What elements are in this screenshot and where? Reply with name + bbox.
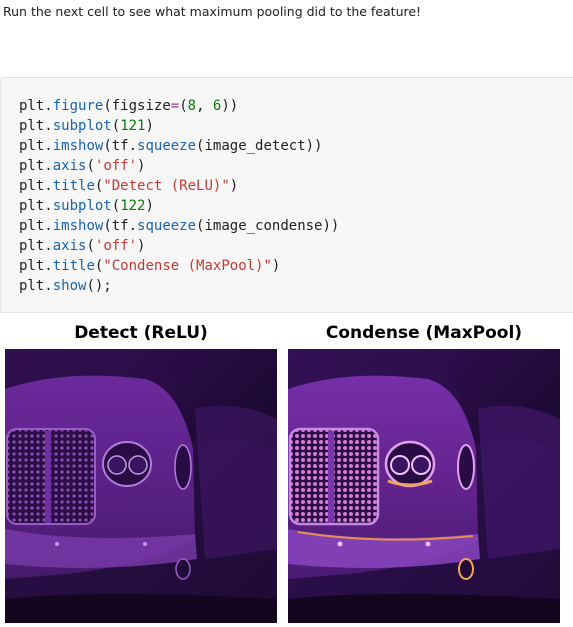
- code-token: .: [44, 218, 53, 234]
- code-token: ): [137, 238, 146, 254]
- code-token: ): [137, 158, 146, 174]
- code-token: .: [44, 138, 53, 154]
- code-token: .: [44, 178, 53, 194]
- code-token: )): [221, 98, 239, 114]
- code-token: 122: [120, 198, 146, 214]
- code-token: (figsize: [103, 98, 171, 114]
- code-token: ): [229, 178, 239, 194]
- code-line: plt.subplot(122): [19, 196, 339, 216]
- code-token: imshow: [52, 218, 104, 234]
- code-token: (image_condense)): [196, 218, 340, 234]
- code-token: imshow: [52, 138, 104, 154]
- code-line: plt.show();: [19, 276, 339, 296]
- code-token: subplot: [52, 118, 112, 134]
- code-line: plt.axis('off'): [19, 156, 339, 176]
- code-token: .: [44, 198, 53, 214]
- code-token: figure: [52, 98, 104, 114]
- code-token: axis: [52, 238, 87, 254]
- code-token: plt: [19, 118, 45, 134]
- code-token: (: [86, 158, 95, 174]
- code-token: 'off': [94, 238, 138, 254]
- code-cell[interactable]: plt.figure(figsize=(8, 6)) plt.subplot(12…: [0, 77, 573, 313]
- left-subplot-title: Detect (ReLU): [74, 323, 208, 343]
- code-token: .: [44, 238, 53, 254]
- cell-output: Detect (ReLU) Condense (MaxPool): [0, 316, 573, 627]
- code-token: (: [179, 98, 188, 114]
- code-token: subplot: [52, 198, 112, 214]
- code-token: (image_detect)): [196, 138, 323, 154]
- code-token: =: [170, 98, 180, 114]
- code-line: plt.title("Condense (MaxPool)"): [19, 256, 339, 276]
- code-token: ,: [196, 98, 213, 114]
- code-token: (: [111, 118, 121, 134]
- code-token: ): [271, 258, 281, 274]
- detect-relu-image: [5, 349, 277, 623]
- code-token: 8: [187, 98, 197, 114]
- car-feature-map-icon: [5, 349, 277, 623]
- markdown-instruction-text: Run the next cell to see what maximum po…: [3, 4, 422, 19]
- code-token: "Detect (ReLU)": [103, 178, 230, 194]
- code-token: (tf.: [103, 138, 138, 154]
- code-token: ();: [86, 278, 112, 294]
- code-token: .: [44, 258, 53, 274]
- code-token: plt: [19, 238, 45, 254]
- code-token: plt: [19, 198, 45, 214]
- code-token: (: [111, 198, 121, 214]
- code-token: plt: [19, 258, 45, 274]
- code-token: plt: [19, 178, 45, 194]
- code-token: 'off': [94, 158, 138, 174]
- code-token: plt: [19, 138, 45, 154]
- code-token: plt: [19, 278, 45, 294]
- code-token: .: [44, 118, 53, 134]
- code-token: squeeze: [137, 138, 197, 154]
- code-line: plt.subplot(121): [19, 116, 339, 136]
- code-token: 121: [120, 118, 146, 134]
- code-token: plt: [19, 218, 45, 234]
- code-token: ): [145, 198, 154, 214]
- code-token: "Condense (MaxPool)": [103, 258, 272, 274]
- code-token: plt: [19, 158, 45, 174]
- code-token: .: [44, 158, 53, 174]
- code-line: plt.title("Detect (ReLU)"): [19, 176, 339, 196]
- code-token: .: [44, 98, 53, 114]
- code-token: axis: [52, 158, 87, 174]
- code-line: plt.axis('off'): [19, 236, 339, 256]
- code-token: plt: [19, 98, 45, 114]
- code-line: plt.figure(figsize=(8, 6)): [19, 96, 339, 116]
- code-token: (: [86, 238, 95, 254]
- condense-maxpool-image: [288, 349, 560, 623]
- car-pooled-map-icon: [288, 349, 560, 623]
- code-token: title: [52, 258, 95, 274]
- right-subplot-title: Condense (MaxPool): [325, 323, 523, 343]
- code-line: plt.imshow(tf.squeeze(image_condense)): [19, 216, 339, 236]
- code-token: show: [52, 278, 87, 294]
- code-token: squeeze: [137, 218, 197, 234]
- code-token: (tf.: [103, 218, 138, 234]
- code-token: title: [52, 178, 95, 194]
- code-line: plt.imshow(tf.squeeze(image_detect)): [19, 136, 339, 156]
- code-editor[interactable]: plt.figure(figsize=(8, 6)) plt.subplot(12…: [19, 96, 339, 296]
- code-token: .: [44, 278, 53, 294]
- code-token: ): [145, 118, 154, 134]
